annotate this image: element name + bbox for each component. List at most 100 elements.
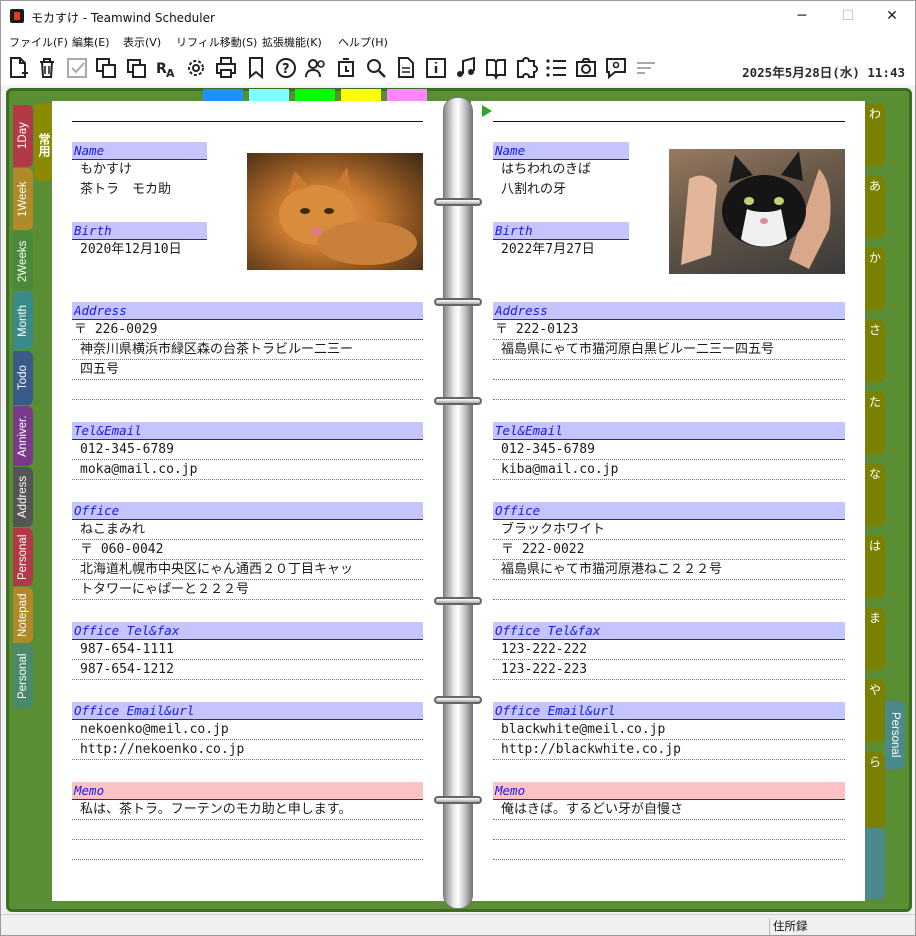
tab-notepad[interactable]: Notepad — [13, 587, 33, 643]
zip-code[interactable]: 〒 226-0029 — [72, 320, 423, 340]
birth-value[interactable]: 2020年12月10日 — [72, 240, 252, 260]
tab-jouyou[interactable]: 常用 — [34, 103, 54, 181]
alarm-icon[interactable] — [334, 55, 358, 81]
menu-extensions[interactable]: 拡張機能(K) — [262, 34, 322, 50]
page-marker-triangle-icon[interactable] — [482, 105, 492, 117]
camera-icon[interactable] — [574, 55, 598, 81]
tab-anniversary[interactable]: Anniver. — [13, 406, 33, 466]
maximize-button[interactable]: ☐ — [825, 3, 871, 29]
memo-line-1[interactable]: 私は、茶トラ。フーテンのモカ助と申します。 — [72, 800, 423, 820]
spellcheck-icon[interactable]: RA — [154, 55, 178, 81]
menu-view[interactable]: 表示(V) — [123, 34, 161, 50]
office-address-2[interactable] — [493, 580, 845, 600]
name-line-2[interactable]: 茶トラ モカ助 — [72, 180, 252, 200]
tab-kana-ha[interactable]: は — [865, 536, 885, 598]
office-url[interactable]: http://blackwhite.co.jp — [493, 740, 845, 760]
duplicate-icon[interactable] — [124, 55, 148, 81]
address-line-1[interactable]: 神奈川県横浜市緑区森の台茶トラビルー二三ー — [72, 340, 423, 360]
tab-kana-wa[interactable]: わ — [865, 104, 885, 166]
office-fax[interactable]: 123-222-223 — [493, 660, 845, 680]
help-icon[interactable]: ? — [274, 55, 298, 81]
address-line-2[interactable]: 四五号 — [72, 360, 423, 380]
menu-file[interactable]: ファイル(F) — [9, 34, 68, 50]
office-email[interactable]: nekoenko@meil.co.jp — [72, 720, 423, 740]
menu-refill-move[interactable]: リフィル移動(S) — [176, 34, 257, 50]
address-line-1[interactable]: 福島県にゃて市猫河原白黒ビルー二三ー四五号 — [493, 340, 845, 360]
book-icon[interactable] — [484, 55, 508, 81]
print-icon[interactable] — [214, 55, 238, 81]
tab-address[interactable]: Address — [13, 467, 33, 527]
tab-personal-right[interactable]: Personal — [885, 701, 905, 769]
menu-help[interactable]: ヘルプ(H) — [338, 34, 388, 50]
document-icon[interactable] — [394, 55, 418, 81]
tab-1day[interactable]: 1Day — [13, 105, 33, 167]
office-tel[interactable]: 987-654-1111 — [72, 640, 423, 660]
office-address-2[interactable]: トタワーにゃぱーと２２２号 — [72, 580, 423, 600]
align-icon[interactable] — [634, 55, 658, 81]
tab-kana-a[interactable]: あ — [865, 176, 885, 238]
birth-value[interactable]: 2022年7月27日 — [493, 240, 673, 260]
tab-kana-ma[interactable]: ま — [865, 608, 885, 670]
tab-kana-ya[interactable]: や — [865, 680, 885, 742]
office-url[interactable]: http://nekoenko.co.jp — [72, 740, 423, 760]
tab-right-bottom[interactable] — [865, 828, 885, 900]
tab-personal[interactable]: Personal — [13, 528, 33, 586]
tel-value[interactable]: 012-345-6789 — [72, 440, 423, 460]
email-value[interactable]: kiba@mail.co.jp — [493, 460, 845, 480]
email-value[interactable]: moka@mail.co.jp — [72, 460, 423, 480]
office-zip[interactable]: 〒 060-0042 — [72, 540, 423, 560]
office-name[interactable]: ブラックホワイト — [493, 520, 845, 540]
name-line-1[interactable]: はちわれのきば — [493, 160, 673, 180]
minimize-button[interactable]: ─ — [779, 3, 825, 29]
bookmark-icon[interactable] — [244, 55, 268, 81]
list-icon[interactable] — [544, 55, 568, 81]
zip-code[interactable]: 〒 222-0123 — [493, 320, 845, 340]
memo-line-3[interactable] — [72, 840, 423, 860]
color-tab-green[interactable] — [295, 89, 335, 101]
tab-todo[interactable]: Todo — [13, 351, 33, 405]
office-zip[interactable]: 〒 222-0022 — [493, 540, 845, 560]
music-icon[interactable] — [454, 55, 478, 81]
gear-icon[interactable] — [184, 55, 208, 81]
name-line-2[interactable]: 八割れの牙 — [493, 180, 673, 200]
memo-line-1[interactable]: 俺はきば。するどい牙が自慢さ — [493, 800, 845, 820]
search-icon[interactable] — [364, 55, 388, 81]
new-page-icon[interactable] — [6, 55, 30, 81]
tel-value[interactable]: 012-345-6789 — [493, 440, 845, 460]
color-tab-yellow[interactable] — [341, 89, 381, 101]
trash-icon[interactable] — [35, 55, 59, 81]
color-tab-blue[interactable] — [203, 89, 243, 101]
office-name[interactable]: ねこまみれ — [72, 520, 423, 540]
color-tab-cyan[interactable] — [249, 89, 289, 101]
tab-kana-sa[interactable]: さ — [865, 320, 885, 382]
office-fax[interactable]: 987-654-1212 — [72, 660, 423, 680]
tab-2weeks[interactable]: 2Weeks — [13, 231, 33, 291]
address-line-3[interactable] — [493, 380, 845, 400]
office-tel[interactable]: 123-222-222 — [493, 640, 845, 660]
name-line-1[interactable]: もかすけ — [72, 160, 252, 180]
check-icon[interactable] — [65, 55, 89, 81]
tab-kana-na[interactable]: な — [865, 464, 885, 526]
users-icon[interactable] — [304, 55, 328, 81]
memo-line-2[interactable] — [493, 820, 845, 840]
tab-month[interactable]: Month — [13, 292, 33, 350]
office-address-1[interactable]: 北海道札幌市中央区にゃん通西２０丁目キャッ — [72, 560, 423, 580]
copy-icon[interactable] — [94, 55, 118, 81]
color-tab-pink[interactable] — [387, 89, 427, 101]
close-button[interactable]: ✕ — [869, 3, 915, 29]
comment-icon[interactable] — [604, 55, 628, 81]
tab-kana-ta[interactable]: た — [865, 392, 885, 454]
tab-personal-2[interactable]: Personal — [13, 644, 33, 708]
puzzle-icon[interactable] — [514, 55, 538, 81]
info-icon[interactable] — [424, 55, 448, 81]
office-email[interactable]: blackwhite@meil.co.jp — [493, 720, 845, 740]
address-line-3[interactable] — [72, 380, 423, 400]
menu-edit[interactable]: 編集(E) — [72, 34, 110, 50]
tab-kana-ka[interactable]: か — [865, 248, 885, 310]
address-line-2[interactable] — [493, 360, 845, 380]
tab-kana-ra[interactable]: ら — [865, 752, 885, 828]
tab-1week[interactable]: 1Week — [13, 168, 33, 230]
memo-line-2[interactable] — [72, 820, 423, 840]
office-address-1[interactable]: 福島県にゃて市猫河原港ねこ２２２号 — [493, 560, 845, 580]
memo-line-3[interactable] — [493, 840, 845, 860]
